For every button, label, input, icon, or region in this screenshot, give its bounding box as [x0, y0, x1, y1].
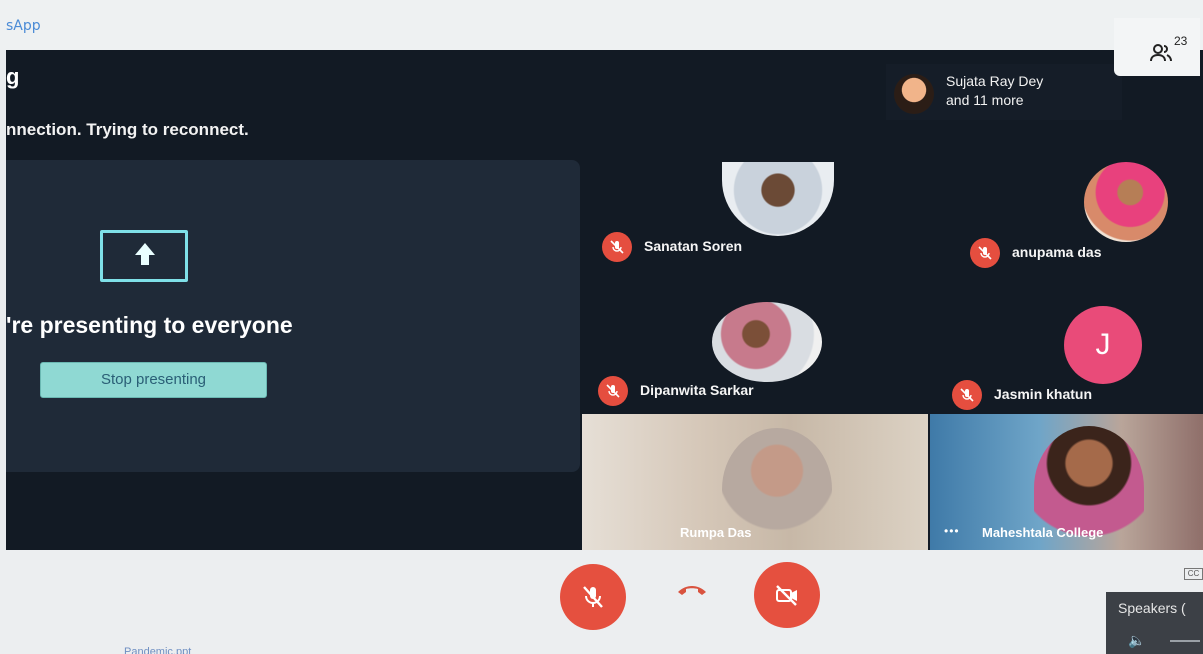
- meeting-title: g: [6, 64, 20, 89]
- participants-preview-name: Sujata Ray Dey: [946, 73, 1044, 89]
- participant-name: anupama das: [1012, 244, 1102, 260]
- people-icon: [1150, 44, 1172, 62]
- audio-output-panel[interactable]: Speakers ( 🔈: [1106, 592, 1203, 654]
- speakers-label: Speakers (: [1118, 600, 1186, 616]
- stop-presenting-button[interactable]: Stop presenting: [40, 362, 267, 398]
- browser-app-name[interactable]: sApp: [6, 18, 41, 34]
- taskbar-item[interactable]: Pandemic.ppt: [124, 646, 191, 654]
- participant-avatar: J: [1064, 306, 1142, 384]
- participants-preview-more: and 11 more: [946, 92, 1024, 108]
- participant-count: 23: [1174, 34, 1188, 48]
- volume-slider[interactable]: [1170, 640, 1200, 642]
- mic-off-icon: [598, 376, 628, 406]
- participant-name: Sanatan Soren: [644, 238, 743, 254]
- participant-tile[interactable]: Sanatan Soren: [596, 158, 902, 308]
- speaker-icon[interactable]: 🔈: [1128, 632, 1145, 649]
- mic-toggle-button[interactable]: [560, 564, 626, 630]
- avatar: [894, 74, 934, 114]
- people-button[interactable]: 23: [1114, 18, 1200, 76]
- mic-off-icon: [952, 380, 982, 410]
- captions-button[interactable]: CC: [1184, 568, 1203, 580]
- present-to-all-icon: [100, 230, 188, 282]
- video-label: Maheshtala College: [982, 525, 1104, 540]
- participant-name: Jasmin khatun: [994, 386, 1093, 402]
- participant-tile[interactable]: anupama das: [902, 158, 1203, 308]
- mic-off-icon: [970, 238, 1000, 268]
- meeting-window: g nnection. Trying to reconnect. 're pre…: [6, 50, 1203, 550]
- presentation-panel: 're presenting to everyone Stop presenti…: [6, 160, 580, 472]
- camera-toggle-button[interactable]: [754, 562, 820, 628]
- participant-name: Dipanwita Sarkar: [640, 382, 754, 398]
- participant-avatar: [722, 162, 834, 236]
- video-feed[interactable]: Rumpa Das: [582, 414, 928, 550]
- mic-off-icon: [583, 586, 603, 608]
- mic-off-icon: [602, 232, 632, 262]
- connection-banner: nnection. Trying to reconnect.: [6, 120, 249, 139]
- more-options-icon[interactable]: •••: [944, 524, 960, 538]
- camera-off-icon: [776, 585, 797, 606]
- hangup-icon[interactable]: [676, 582, 708, 596]
- video-label: Rumpa Das: [680, 525, 752, 540]
- browser-bar: sApp: [0, 0, 1203, 50]
- participants-preview[interactable]: Sujata Ray Dey and 11 more: [886, 64, 1122, 120]
- participant-avatar: [712, 302, 822, 382]
- participant-avatar: [1084, 162, 1168, 242]
- presenting-message: 're presenting to everyone: [6, 312, 293, 338]
- video-feed[interactable]: ••• Maheshtala College: [930, 414, 1203, 550]
- call-controls: CC Speakers ( 🔈 Pandemic.ppt: [0, 550, 1203, 654]
